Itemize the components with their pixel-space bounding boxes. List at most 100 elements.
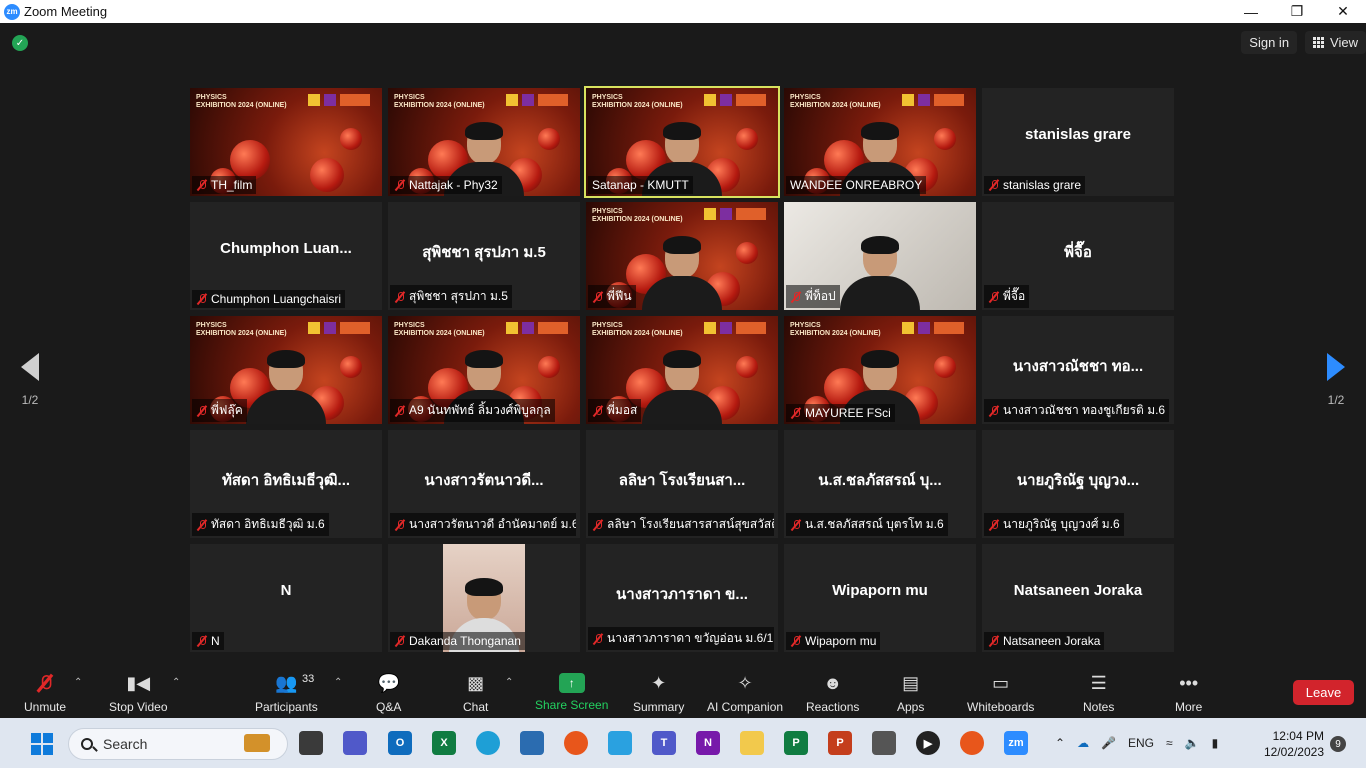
battery-icon[interactable]: ▮ xyxy=(1212,736,1219,750)
participant-name-label: พี่ท็อป xyxy=(786,285,840,308)
chevron-up-icon[interactable]: ⌃ xyxy=(1055,736,1065,750)
notes-button[interactable]: ☰ Notes xyxy=(1083,671,1114,715)
participant-name: พี่จื๊อ xyxy=(1003,289,1026,303)
participant-tile[interactable]: PHYSICS EXHIBITION 2024 (ONLINE) Satanap … xyxy=(584,86,780,198)
ai-companion-label: AI Companion xyxy=(707,700,784,714)
participant-tile[interactable]: PHYSICS EXHIBITION 2024 (ONLINE) Nattajak… xyxy=(388,88,580,196)
next-page-button[interactable]: 1/2 xyxy=(1320,353,1352,407)
unmute-button[interactable]: Unmute xyxy=(24,671,66,714)
participant-tile[interactable]: PHYSICS EXHIBITION 2024 (ONLINE) พี่มอส xyxy=(586,316,778,424)
language-indicator[interactable]: ENG xyxy=(1128,736,1154,750)
participant-tile[interactable]: นายภูริณัฐ บุญวง... นายภูริณัฐ บุญวงศ์ ม.… xyxy=(982,430,1174,538)
participant-tile[interactable]: PHYSICS EXHIBITION 2024 (ONLINE) MAYUREE … xyxy=(784,316,976,424)
share-screen-button[interactable]: ↑ Share Screen xyxy=(535,671,608,712)
stop-video-label: Stop Video xyxy=(109,700,168,714)
participant-name: นางสาวณัชชา ทองชูเกียรติ ม.6 xyxy=(1003,403,1166,417)
close-button[interactable]: ✕ xyxy=(1320,0,1366,23)
muted-mic-icon xyxy=(592,291,604,303)
snipping-tool-icon[interactable] xyxy=(608,731,632,755)
participant-tile[interactable]: Wipaporn mu Wipaporn mu xyxy=(784,544,976,652)
edge-icon[interactable] xyxy=(476,731,500,755)
summary-button[interactable]: ✦ Summary xyxy=(633,671,684,715)
participant-name: Satanap - KMUTT xyxy=(592,178,689,192)
participant-tile[interactable]: PHYSICS EXHIBITION 2024 (ONLINE) WANDEE O… xyxy=(784,88,976,196)
minimize-button[interactable]: — xyxy=(1228,0,1274,23)
view-button[interactable]: View xyxy=(1305,31,1366,54)
page-indicator-left: 1/2 xyxy=(21,393,39,407)
participant-tile[interactable]: สุพิชชา สุรปภา ม.5 สุพิชชา สุรปภา ม.5 xyxy=(388,202,580,310)
taskbar-clock[interactable]: 12:04 PM 12/02/2023 xyxy=(1260,728,1324,760)
volume-icon[interactable]: 🔈 xyxy=(1185,736,1200,750)
security-shield-icon[interactable]: ✓ xyxy=(12,35,28,51)
participant-name: สุพิชชา สุรปภา ม.5 xyxy=(409,289,508,303)
stop-video-button[interactable]: ▮◀ Stop Video xyxy=(109,671,168,715)
excel-icon[interactable]: X xyxy=(432,731,456,755)
qa-button[interactable]: 💬 Q&A xyxy=(376,671,401,715)
whiteboard-icon: ▭ xyxy=(992,672,1010,693)
project-icon[interactable]: P xyxy=(784,731,808,755)
maximize-button[interactable]: ❐ xyxy=(1274,0,1320,23)
apps-button[interactable]: ▤ Apps xyxy=(897,671,925,715)
ai-companion-button[interactable]: ✧ AI Companion xyxy=(707,671,784,715)
participant-display-name: N xyxy=(280,582,292,599)
clock-app-icon[interactable] xyxy=(872,731,896,755)
participant-tile[interactable]: PHYSICS EXHIBITION 2024 (ONLINE) TH_film xyxy=(190,88,382,196)
title-bar: zm Zoom Meeting — ❐ ✕ xyxy=(0,0,1366,23)
zoom-taskbar-icon[interactable]: zm xyxy=(1004,731,1028,755)
participant-tile[interactable]: stanislas grare stanislas grare xyxy=(982,88,1174,196)
firefox-icon[interactable] xyxy=(564,731,588,755)
onenote-icon[interactable]: N xyxy=(696,731,720,755)
microphone-icon[interactable]: 🎤 xyxy=(1101,736,1116,750)
participant-name-label: สุพิชชา สุรปภา ม.5 xyxy=(390,285,512,308)
apps-label: Apps xyxy=(897,700,925,714)
participant-tile[interactable]: Natsaneen Joraka Natsaneen Joraka xyxy=(982,544,1174,652)
smiley-icon: ☻ xyxy=(823,672,843,693)
chat-options-caret[interactable]: ⌃ xyxy=(505,677,513,688)
participant-tile[interactable]: พี่จื๊อ พี่จื๊อ xyxy=(982,202,1174,310)
teams-icon[interactable]: T xyxy=(652,731,676,755)
participant-tile[interactable]: พี่ท็อป xyxy=(784,202,976,310)
powerpoint-icon[interactable]: P xyxy=(828,731,852,755)
muted-mic-icon xyxy=(592,405,604,417)
media-player-icon[interactable]: ▶ xyxy=(916,731,940,755)
window-title: Zoom Meeting xyxy=(24,4,108,19)
ornament xyxy=(340,356,362,378)
chat-button[interactable]: ▩ Chat xyxy=(463,671,488,715)
participant-name-label: ลลิษา โรงเรียนสารสาสน์สุขสวัสดิ์ xyxy=(588,513,774,536)
participant-tile[interactable]: น.ส.ชลภัสสรณ์ บุ... น.ส.ชลภัสสรณ์ บุตรโท … xyxy=(784,430,976,538)
participant-tile[interactable]: PHYSICS EXHIBITION 2024 (ONLINE) A9 นันทพ… xyxy=(388,316,580,424)
control-panel-icon[interactable] xyxy=(520,731,544,755)
audio-options-caret[interactable]: ⌃ xyxy=(74,677,82,688)
participant-tile[interactable]: PHYSICS EXHIBITION 2024 (ONLINE) พี่ฟีน xyxy=(586,202,778,310)
sign-in-button[interactable]: Sign in xyxy=(1241,31,1298,54)
participant-tile[interactable]: นางสาวรัตนาวดี... นางสาวรัตนาวดี อำนัคมาต… xyxy=(388,430,580,538)
more-button[interactable]: ••• More xyxy=(1175,671,1202,715)
video-options-caret[interactable]: ⌃ xyxy=(172,677,180,688)
participant-tile[interactable]: NN xyxy=(190,544,382,652)
meeting-toolbar: Unmute ⌃ ▮◀ Stop Video ⌃ 👥 Participants … xyxy=(0,663,1366,718)
file-explorer-icon[interactable] xyxy=(740,731,764,755)
onedrive-icon[interactable]: ☁ xyxy=(1077,736,1089,750)
notification-badge[interactable]: 9 xyxy=(1330,736,1346,752)
teams-chat-icon[interactable] xyxy=(343,731,367,755)
participant-name: Chumphon Luangchaisri xyxy=(211,292,342,306)
outlook-icon[interactable]: O xyxy=(388,731,412,755)
wifi-icon[interactable]: ≈ xyxy=(1166,736,1173,750)
participant-tile[interactable]: นางสาวณัชชา ทอ... นางสาวณัชชา ทองชูเกียรต… xyxy=(982,316,1174,424)
leave-button[interactable]: Leave xyxy=(1293,680,1354,705)
task-view-icon[interactable] xyxy=(299,731,323,755)
whiteboards-button[interactable]: ▭ Whiteboards xyxy=(967,671,1034,715)
firefox-2-icon[interactable] xyxy=(960,731,984,755)
participant-tile[interactable]: PHYSICS EXHIBITION 2024 (ONLINE) พี่ฟลุ๊ค xyxy=(190,316,382,424)
previous-page-button[interactable]: 1/2 xyxy=(14,353,46,407)
participant-tile[interactable]: Dakanda Thonganan xyxy=(388,544,580,652)
windows-start-icon[interactable] xyxy=(31,733,53,755)
participants-options-caret[interactable]: ⌃ xyxy=(334,677,342,688)
participant-tile[interactable]: นางสาวภาราดา ข... นางสาวภาราดา ขวัญอ่อน ม… xyxy=(586,544,778,652)
participant-tile[interactable]: ลลิษา โรงเรียนสา... ลลิษา โรงเรียนสารสาสน… xyxy=(586,430,778,538)
video-gallery: PHYSICS EXHIBITION 2024 (ONLINE) TH_film P… xyxy=(190,86,1176,652)
reactions-button[interactable]: ☻ Reactions xyxy=(806,671,859,715)
participant-tile[interactable]: Chumphon Luan... Chumphon Luangchaisri xyxy=(190,202,382,310)
participant-display-name: stanislas grare xyxy=(1025,126,1131,143)
participant-tile[interactable]: ทัสดา อิทธิเมธีวุฒิ... ทัสดา อิทธิเมธีวุฒ… xyxy=(190,430,382,538)
